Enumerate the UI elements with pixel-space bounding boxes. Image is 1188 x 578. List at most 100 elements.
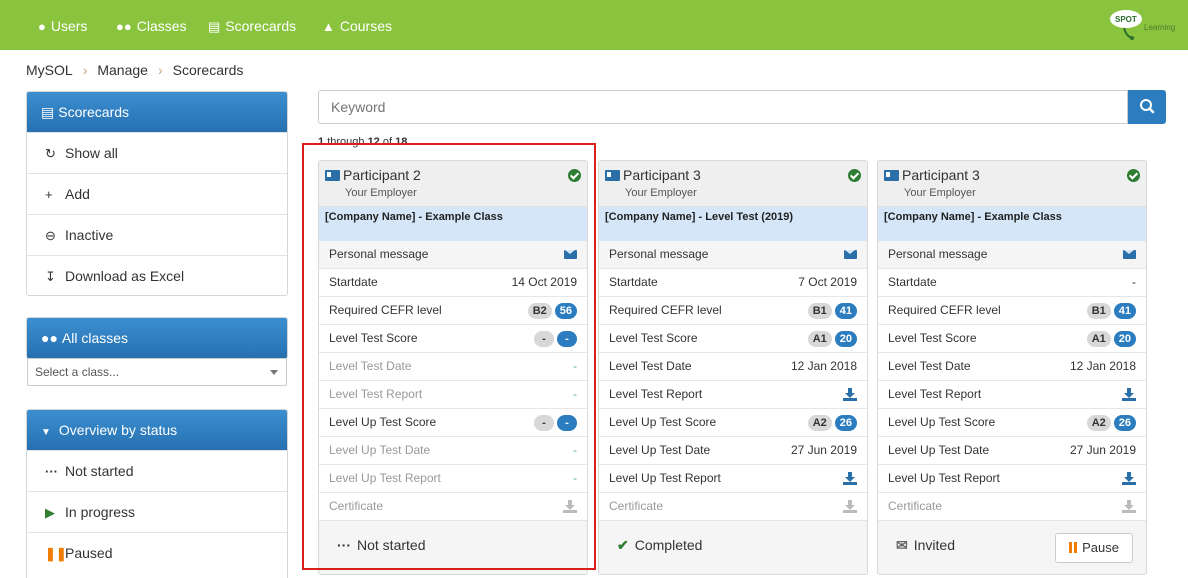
participant-name[interactable]: Participant 3: [902, 167, 980, 183]
check-circle-icon: [1127, 169, 1140, 182]
check-icon: ✔: [617, 537, 629, 553]
svg-text:SPOT: SPOT: [1115, 15, 1137, 24]
envelope-icon: ✉: [896, 537, 908, 553]
keyword-search-input[interactable]: [318, 90, 1128, 124]
employer-name: Your Employer: [625, 187, 697, 199]
score-badge: 20: [1113, 330, 1136, 347]
score-badge: 26: [834, 414, 857, 431]
pause-icon: ❚❚: [45, 546, 67, 561]
envelope-icon[interactable]: [1123, 250, 1136, 260]
pause-button[interactable]: Pause: [1055, 533, 1133, 563]
svg-text:Learning: Learning: [1144, 23, 1175, 32]
envelope-icon[interactable]: [564, 250, 577, 260]
nav-scorecards[interactable]: ▤ Scorecards: [208, 16, 296, 36]
employer-name: Your Employer: [904, 187, 976, 199]
level-up-test-report-row: Level Up Test Report: [599, 465, 867, 493]
breadcrumb-mysol[interactable]: MySOL: [26, 62, 73, 78]
classes-panel-header[interactable]: ●● All classes: [27, 318, 287, 358]
card-header: Participant 3 Your Employer: [599, 161, 867, 207]
spot-learning-logo[interactable]: SPOT Learning: [1108, 8, 1180, 42]
card-header: Participant 3 Your Employer: [878, 161, 1146, 207]
download-icon: [843, 500, 857, 514]
users-icon: ●●: [116, 19, 132, 34]
participant-name[interactable]: Participant 2: [343, 167, 421, 183]
refresh-icon: ↻: [45, 146, 56, 161]
level-badge: B1: [1086, 302, 1111, 319]
sidebar-item-download-excel[interactable]: ↧ Download as Excel: [27, 255, 287, 295]
level-test-score-row: Level Test Score A1 20: [878, 325, 1146, 353]
personal-message-row[interactable]: Personal message: [878, 241, 1146, 269]
nav-courses[interactable]: ▲ Courses: [322, 16, 392, 36]
level-badge: -: [534, 330, 554, 347]
level-test-report-row: Level Test Report: [878, 381, 1146, 409]
score-badge: 41: [834, 302, 857, 319]
cefr-row: Required CEFR level B2 56: [319, 297, 587, 325]
download-icon[interactable]: [843, 472, 857, 486]
scorecards-panel-header[interactable]: ▤ Scorecards: [27, 92, 287, 132]
download-icon[interactable]: [1122, 388, 1136, 402]
cefr-row: Required CEFR level B1 41: [878, 297, 1146, 325]
caret-down-icon: ▼: [41, 427, 51, 438]
breadcrumb: MySOL › Manage › Scorecards: [26, 62, 243, 78]
status-panel-header[interactable]: ▼ Overview by status: [27, 410, 287, 450]
level-up-test-score-row: Level Up Test Score A2 26: [599, 409, 867, 437]
startdate-row: Startdate 7 Oct 2019: [599, 269, 867, 297]
personal-message-row[interactable]: Personal message: [599, 241, 867, 269]
scorecard-card[interactable]: Participant 2 Your Employer [Company Nam…: [318, 160, 588, 575]
envelope-icon[interactable]: [844, 250, 857, 260]
sidebar-item-inactive[interactable]: ⊖ Inactive: [27, 214, 287, 255]
user-icon: ●: [38, 19, 46, 34]
download-icon[interactable]: [843, 388, 857, 402]
breadcrumb-manage[interactable]: Manage: [97, 62, 148, 78]
users-icon: ●●: [41, 330, 58, 346]
id-card-icon: [325, 170, 340, 181]
nav-users[interactable]: ● Users: [38, 16, 87, 36]
class-select[interactable]: Select a class...: [27, 358, 287, 386]
level-up-test-report-row: Level Up Test Report: [878, 465, 1146, 493]
download-icon[interactable]: [1122, 472, 1136, 486]
status-item-paused[interactable]: ❚❚Paused: [27, 532, 287, 573]
sidebar-item-show-all[interactable]: ↻ Show all: [27, 132, 287, 173]
certificate-row: Certificate: [878, 493, 1146, 521]
id-card-icon: [884, 170, 899, 181]
employer-name: Your Employer: [345, 187, 417, 199]
level-test-date-row: Level Test Date 12 Jan 2018: [599, 353, 867, 381]
plus-icon: +: [45, 187, 53, 202]
card-footer: ✔ Completed: [599, 520, 867, 574]
breadcrumb-current: Scorecards: [172, 62, 244, 78]
check-circle-icon: [848, 169, 861, 182]
class-name: [Company Name] - Level Test (2019): [599, 207, 867, 241]
level-badge: -: [534, 414, 554, 431]
level-test-score-row: Level Test Score - -: [319, 325, 587, 353]
card-footer: ··· Not started: [319, 520, 587, 574]
scorecard-card[interactable]: Participant 3 Your Employer [Company Nam…: [598, 160, 868, 575]
search-button[interactable]: [1128, 90, 1166, 124]
download-icon: ↧: [45, 269, 56, 284]
download-icon: [563, 500, 577, 514]
level-badge: A2: [807, 414, 832, 431]
level-badge: A1: [807, 330, 832, 347]
score-badge: 56: [554, 302, 577, 319]
breadcrumb-separator: ›: [157, 62, 163, 78]
level-up-test-score-row: Level Up Test Score A2 26: [878, 409, 1146, 437]
class-name: [Company Name] - Example Class: [878, 207, 1146, 241]
status-label: ✉ Invited: [896, 537, 955, 553]
cefr-row: Required CEFR level B1 41: [599, 297, 867, 325]
score-badge: -: [557, 330, 577, 347]
status-item-in-progress[interactable]: ▶ In progress: [27, 491, 287, 532]
status-item-not-started[interactable]: ··· Not started: [27, 450, 287, 491]
card-header: Participant 2 Your Employer: [319, 161, 587, 207]
score-badge: 41: [1113, 302, 1136, 319]
personal-message-row[interactable]: Personal message: [319, 241, 587, 269]
breadcrumb-separator: ›: [82, 62, 88, 78]
level-badge: A2: [1086, 414, 1111, 431]
level-up-test-date-row: Level Up Test Date -: [319, 437, 587, 465]
level-badge: A1: [1086, 330, 1111, 347]
id-card-icon: ▤: [41, 104, 55, 120]
participant-name[interactable]: Participant 3: [623, 167, 701, 183]
scorecard-card[interactable]: Participant 3 Your Employer [Company Nam…: [877, 160, 1147, 575]
classes-panel: ●● All classes: [26, 317, 288, 359]
status-label: ··· Not started: [337, 537, 426, 553]
nav-classes[interactable]: ●● Classes: [116, 16, 187, 36]
sidebar-item-add[interactable]: + Add: [27, 173, 287, 214]
